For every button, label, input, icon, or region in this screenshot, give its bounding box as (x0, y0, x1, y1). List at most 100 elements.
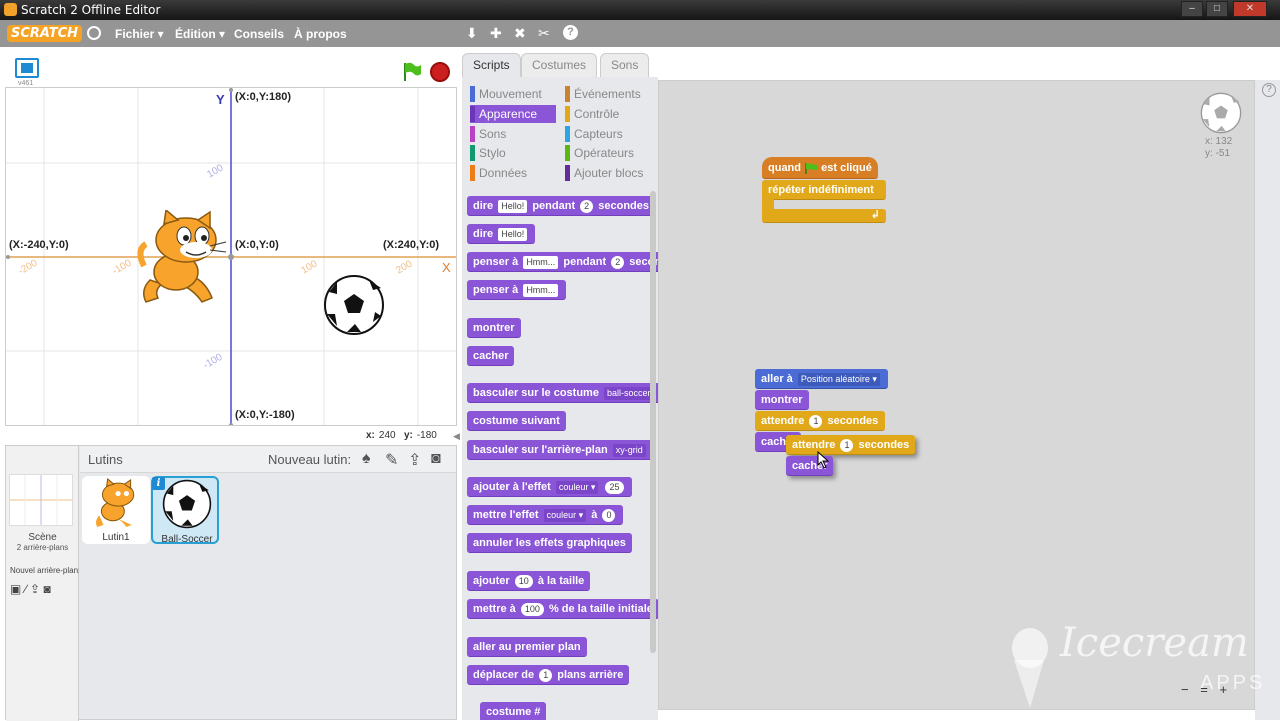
collapse-arrow-icon[interactable]: ◀ (453, 431, 460, 442)
scissors-icon[interactable]: ✂ (538, 25, 550, 42)
mouse-cursor-icon (817, 451, 830, 469)
minimize-button[interactable]: – (1181, 1, 1203, 17)
shrink-icon[interactable]: ✖ (514, 25, 526, 42)
mouse-y-value: -180 (416, 430, 437, 441)
sprite-position: x: 132 y: -51 (1205, 136, 1232, 160)
category-sound[interactable]: Sons (470, 125, 506, 143)
category-data[interactable]: Données (470, 164, 527, 182)
palette-blocks: dire Hello! pendant 2 secondes dire Hell… (462, 192, 658, 720)
coord-bottom: (X:0,Y:-180) (235, 409, 295, 421)
block-hide[interactable]: cacher (467, 346, 515, 366)
menu-bar: SCRATCH Fichier ▾ Édition ▾ Conseils À p… (0, 20, 1280, 47)
block-say-for-secs[interactable]: dire Hello! pendant 2 secondes (467, 196, 655, 216)
tab-costumes[interactable]: Costumes (521, 53, 598, 77)
category-operators[interactable]: Opérateurs (565, 144, 634, 162)
y-axis-label: Y (216, 92, 225, 107)
coord-left: (X:-240,Y:0) (9, 239, 69, 251)
coord-right: (X:240,Y:0) (383, 239, 440, 251)
stamp-icon[interactable]: ⬇ (466, 25, 478, 42)
block-show[interactable]: montrer (467, 318, 521, 338)
x-axis-label: X (442, 260, 451, 275)
sprite-camera-icon[interactable]: ◙ (431, 450, 441, 468)
block-switch-costume[interactable]: basculer sur le costume ball-soccer (467, 383, 658, 403)
block-set-effect[interactable]: mettre l'effet couleur ▾ à 0 (467, 505, 624, 525)
cat-sprite[interactable] (136, 210, 228, 306)
help-icon[interactable]: ? (563, 25, 578, 40)
coord-center: (X:0,Y:0) (235, 239, 279, 251)
zoom-in-icon[interactable]: + (1219, 682, 1227, 697)
sprite-upload-icon[interactable]: ⇪ (408, 450, 421, 470)
script-wait-1[interactable]: attendre 1 secondes (755, 411, 885, 431)
block-go-back-layers[interactable]: déplacer de 1 plans arrière (467, 665, 630, 685)
script-when-flag-clicked[interactable]: quand est cliqué (762, 157, 878, 179)
stage-canvas[interactable]: Y X (X:0,Y:180) (X:-240,Y:0) (X:0,Y:0) (… (5, 87, 457, 426)
sprite-tile-lutin1[interactable]: Lutin1 (82, 476, 150, 544)
palette-scrollbar[interactable] (650, 191, 656, 653)
script-forever[interactable]: répéter indéfiniment (762, 180, 886, 200)
mouse-x-label: x: (366, 430, 375, 441)
tab-sounds[interactable]: Sons (600, 53, 650, 77)
category-sensing[interactable]: Capteurs (565, 125, 623, 143)
zoom-reset-icon[interactable]: = (1200, 682, 1208, 697)
sprite-paint-icon[interactable]: ✎ (385, 450, 398, 470)
category-looks[interactable]: Apparence (470, 105, 556, 123)
backdrop-camera-icon[interactable]: ◙ (43, 582, 50, 596)
sprite-x: x: 132 (1205, 136, 1233, 147)
sprite-name: Lutin1 (102, 532, 130, 543)
script-show[interactable]: montrer (755, 390, 809, 410)
sprites-header: Lutins Nouveau lutin: ♠ ✎ ⇪ ◙ (80, 446, 456, 473)
menu-about[interactable]: À propos (294, 27, 347, 41)
grow-icon[interactable]: ✚ (490, 25, 502, 42)
backdrop-library-icon[interactable]: ▣ (10, 582, 21, 596)
block-next-costume[interactable]: costume suivant (467, 411, 566, 431)
new-backdrop-label: Nouvel arrière-plan: (10, 566, 79, 575)
tab-scripts[interactable]: Scripts (462, 53, 521, 77)
icecream-watermark: Icecream APPS (1000, 620, 1270, 710)
forever-end: ↲ (762, 209, 886, 223)
version-label: v461 (18, 80, 34, 87)
fullscreen-icon[interactable] (15, 58, 39, 78)
help-icon[interactable]: ? (1262, 83, 1276, 97)
block-switch-backdrop[interactable]: basculer sur l'arrière-plan xy-grid (467, 440, 654, 460)
menu-edit[interactable]: Édition ▾ (175, 27, 225, 41)
sprite-library-icon[interactable]: ♠ (362, 450, 371, 468)
new-backdrop-tools: ▣ ∕ ⇪ ◙ (10, 582, 51, 596)
coord-top: (X:0,Y:180) (235, 91, 292, 103)
block-go-to-front[interactable]: aller au premier plan (467, 637, 587, 657)
script-area[interactable]: quand est cliqué répéter indéfiniment ↲ … (658, 80, 1255, 710)
category-motion[interactable]: Mouvement (470, 85, 542, 103)
stage-thumbnail[interactable] (9, 474, 73, 526)
current-sprite-thumbnail (1200, 92, 1242, 134)
new-sprite-label: Nouveau lutin: (268, 452, 352, 467)
stop-icon[interactable] (430, 62, 450, 82)
scratch-logo[interactable]: SCRATCH (7, 25, 83, 42)
menu-tips[interactable]: Conseils (234, 27, 284, 41)
language-globe-icon[interactable] (87, 26, 101, 40)
block-change-effect[interactable]: ajouter à l'effet couleur ▾ 25 (467, 477, 632, 497)
block-clear-effects[interactable]: annuler les effets graphiques (467, 533, 632, 553)
xy-grid-backdrop (6, 88, 456, 425)
block-say[interactable]: dire Hello! (467, 224, 536, 244)
block-think[interactable]: penser à Hmm... (467, 280, 567, 300)
close-button[interactable]: ✕ (1233, 1, 1267, 17)
block-change-size[interactable]: ajouter 10 à la taille (467, 571, 591, 591)
category-pen[interactable]: Stylo (470, 144, 506, 162)
mouse-y-label: y: (403, 430, 413, 441)
sprite-tile-ball-soccer[interactable]: i Ball-Soccer (151, 476, 219, 545)
dragged-wait[interactable]: attendre 1 secondes (786, 435, 916, 455)
category-events[interactable]: Événements (565, 85, 641, 103)
backdrop-upload-icon[interactable]: ⇪ (30, 582, 40, 596)
block-think-for-secs[interactable]: penser à Hmm... pendant 2 secondes (467, 252, 658, 272)
script-go-to[interactable]: aller à Position aléatoire ▾ (755, 369, 888, 389)
backdrop-paint-icon[interactable]: ∕ (25, 582, 27, 596)
category-control[interactable]: Contrôle (565, 105, 619, 123)
maximize-button[interactable]: □ (1206, 1, 1228, 17)
zoom-out-icon[interactable]: − (1181, 682, 1189, 697)
green-flag-icon[interactable] (401, 61, 423, 83)
scene-column: Scène 2 arrière-plans Nouvel arrière-pla… (6, 446, 79, 721)
menu-file[interactable]: Fichier ▾ (115, 27, 164, 41)
category-more-blocks[interactable]: Ajouter blocs (565, 164, 643, 182)
block-costume-number[interactable]: costume # (480, 702, 547, 720)
block-set-size[interactable]: mettre à 100 % de la taille initiale (467, 599, 658, 619)
ball-sprite[interactable] (323, 274, 385, 336)
